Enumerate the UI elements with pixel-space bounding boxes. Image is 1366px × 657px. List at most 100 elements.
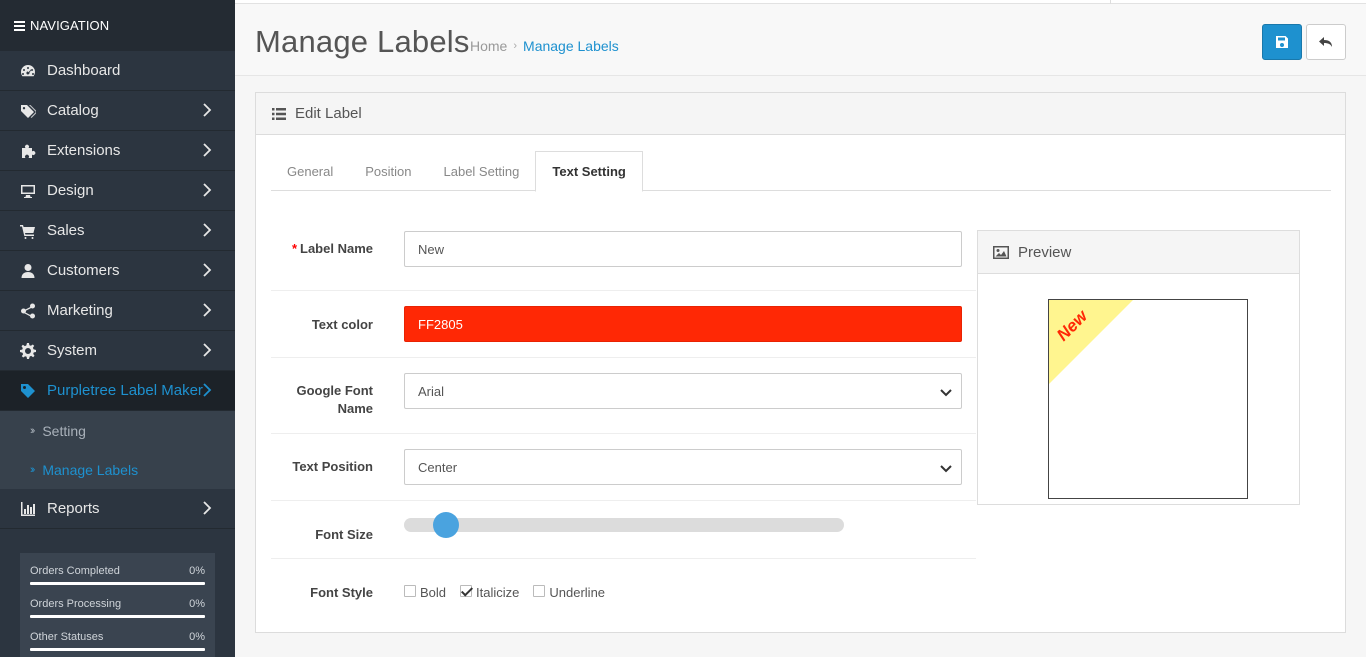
tab-general[interactable]: General: [271, 151, 349, 191]
list-icon: [272, 107, 286, 120]
chevron-right-icon: [202, 501, 218, 517]
cart-icon: [19, 223, 37, 239]
sidebar-item-label: Extensions: [47, 142, 121, 159]
stat-orders-processing: Orders Processing 0%: [30, 586, 205, 619]
form-row-text-color: Text color FF2805: [271, 291, 976, 358]
stat-progress-bar: [30, 582, 205, 585]
nav-title: NAVIGATION: [30, 18, 110, 33]
sidebar-item-label: Reports: [47, 500, 100, 517]
tab-label-setting[interactable]: Label Setting: [428, 151, 536, 191]
breadcrumb-current[interactable]: Manage Labels: [523, 38, 619, 54]
sidebar-item-marketing[interactable]: Marketing: [0, 291, 235, 331]
chevron-down-icon: [940, 462, 952, 473]
sidebar-item-label: Customers: [47, 262, 120, 279]
sidebar-item-label: Dashboard: [47, 62, 121, 79]
sidebar-item-extensions[interactable]: Extensions: [0, 131, 235, 171]
slider-thumb[interactable]: [433, 512, 459, 538]
sidebar-item-label: Design: [47, 182, 94, 199]
label-name-label: * Label Name: [263, 240, 373, 258]
gear-icon: [19, 342, 37, 359]
select-value: Center: [418, 459, 458, 475]
submenu-item-setting[interactable]: ›› Setting: [0, 411, 235, 450]
submenu-item-manage-labels[interactable]: ›› Manage Labels: [0, 450, 235, 489]
image-icon: [993, 245, 1009, 259]
stat-label: Orders Completed: [30, 565, 120, 577]
stat-progress-bar: [30, 615, 205, 618]
save-icon: [1276, 36, 1288, 48]
chevron-right-icon: [202, 183, 218, 199]
font-size-slider[interactable]: [404, 512, 844, 538]
label-name-input[interactable]: New: [404, 231, 962, 267]
nav-header[interactable]: NAVIGATION: [0, 0, 235, 51]
chevron-right-icon: [202, 383, 218, 399]
google-font-select[interactable]: Arial: [404, 373, 962, 409]
reply-icon: [1319, 37, 1332, 47]
stat-label: Orders Processing: [30, 598, 122, 610]
font-style-options: Bold Italicize Underline: [404, 584, 619, 600]
sidebar-item-customers[interactable]: Customers: [0, 251, 235, 291]
tag-icon: [19, 383, 37, 399]
form-row-label-name: * Label Name New: [271, 219, 976, 291]
stat-orders-completed: Orders Completed 0%: [30, 553, 205, 586]
tab-position[interactable]: Position: [349, 151, 427, 191]
required-marker: *: [291, 241, 298, 256]
submenu-item-label: Setting: [42, 422, 86, 439]
sidebar-item-purpletree-label-maker[interactable]: Purpletree Label Maker: [0, 371, 235, 411]
chevron-right-icon: [202, 343, 218, 359]
sidebar-item-reports[interactable]: Reports: [0, 489, 235, 529]
text-color-input[interactable]: FF2805: [404, 306, 962, 342]
chevron-right-icon: [202, 103, 218, 119]
stat-other-statuses: Other Statuses 0%: [30, 619, 205, 652]
label-ribbon: [1049, 300, 1133, 384]
italicize-checkbox[interactable]: Italicize: [460, 584, 519, 600]
tab-text-setting[interactable]: Text Setting: [535, 151, 643, 192]
hamburger-icon: [14, 19, 25, 33]
save-button[interactable]: [1262, 24, 1302, 60]
chevron-right-icon: [202, 263, 218, 279]
stat-value: 0%: [189, 631, 205, 643]
chevron-right-icon: [202, 143, 218, 159]
stat-progress-bar: [30, 648, 205, 651]
sidebar-item-system[interactable]: System: [0, 331, 235, 371]
checkbox-box[interactable]: [404, 584, 416, 597]
checkbox-box[interactable]: [460, 584, 473, 597]
checkbox-label: Underline: [549, 585, 606, 600]
bold-checkbox[interactable]: Bold: [404, 584, 446, 600]
text-position-select[interactable]: Center: [404, 449, 962, 485]
desktop-icon: [19, 183, 37, 199]
page-header: Manage Labels Home › Manage Labels: [235, 4, 1366, 76]
page-title: Manage Labels: [255, 24, 470, 59]
breadcrumb-home[interactable]: Home: [470, 38, 507, 54]
form-row-google-font: Google Font Name Arial: [271, 358, 976, 434]
sidebar-item-label: Purpletree Label Maker: [47, 382, 203, 399]
sidebar-item-sales[interactable]: Sales: [0, 211, 235, 251]
sidebar-item-dashboard[interactable]: Dashboard: [0, 51, 235, 91]
preview-image-box: New: [1048, 299, 1248, 499]
sidebar-item-design[interactable]: Design: [0, 171, 235, 211]
back-button[interactable]: [1306, 24, 1346, 60]
text-color-label: Text color: [311, 317, 373, 332]
user-icon: [19, 263, 37, 279]
panel-header: Edit Label: [256, 93, 1345, 135]
sidebar: NAVIGATION Dashboard Catalog Extensions …: [0, 0, 235, 657]
preview-header: Preview: [978, 231, 1299, 274]
preview-panel: Preview New: [977, 230, 1300, 505]
checkbox-box[interactable]: [533, 584, 546, 597]
breadcrumb: Home › Manage Labels: [470, 38, 619, 54]
tags-icon: [19, 103, 37, 119]
chevron-down-icon: [940, 386, 952, 397]
stat-label: Other Statuses: [30, 631, 104, 643]
sidebar-item-catalog[interactable]: Catalog: [0, 91, 235, 131]
label-text: Label Name: [300, 241, 373, 256]
sidebar-item-label: Marketing: [47, 302, 113, 319]
form-row-text-position: Text Position Center: [271, 434, 976, 501]
font-style-label: Font Style: [310, 585, 373, 600]
google-font-label: Google Font Name: [296, 383, 373, 416]
double-chevron-right-icon: ››: [30, 424, 36, 437]
panel-title: Edit Label: [295, 105, 362, 122]
chevron-right-icon: [202, 303, 218, 319]
sidebar-item-label: Catalog: [47, 102, 99, 119]
submenu-item-label: Manage Labels: [42, 461, 139, 478]
form-row-font-style: Font Style: [271, 559, 976, 619]
underline-checkbox[interactable]: Underline: [533, 584, 606, 600]
